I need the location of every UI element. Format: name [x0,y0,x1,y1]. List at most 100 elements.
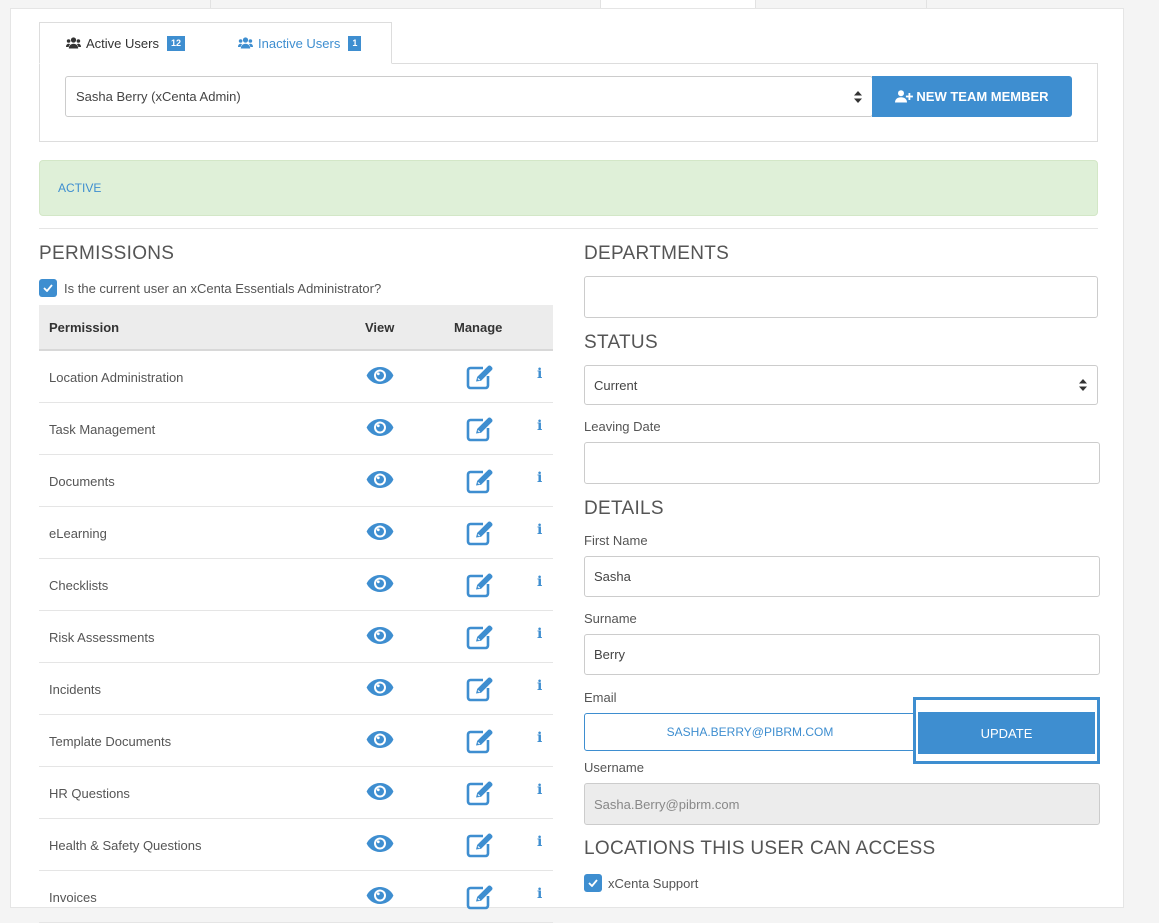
location-label: xCenta Support [608,875,699,891]
edit-icon[interactable] [466,572,494,603]
edit-icon[interactable] [466,676,494,707]
info-icon[interactable]: i [537,834,542,850]
update-email-button[interactable]: UPDATE [918,712,1095,754]
permission-name: eLearning [49,526,107,541]
permissions-table: Permission View Manage Location Administ… [39,305,553,923]
status-select-value: Current [594,377,638,393]
eye-icon[interactable] [366,730,394,754]
users-icon [66,37,81,49]
surname-input[interactable]: Berry [584,634,1100,675]
permissions-title: PERMISSIONS [39,243,175,264]
permission-name: Incidents [49,682,102,697]
leaving-date-input[interactable] [584,442,1100,484]
username-input: Sasha.Berry@pibrm.com [584,783,1100,825]
eye-icon[interactable] [366,626,394,650]
email-label: Email [584,690,617,705]
status-title: STATUS [584,332,658,353]
permission-row: Checklists i [39,559,553,611]
permission-row: Documents i [39,455,553,507]
eye-icon[interactable] [366,522,394,546]
inactive-users-count-badge: 1 [348,35,362,51]
permission-name: Task Management [49,422,156,437]
admin-checkbox[interactable] [39,279,57,297]
info-icon[interactable]: i [537,782,542,798]
status-alert-text: ACTIVE [58,181,102,195]
user-select[interactable]: Sasha Berry (xCenta Admin) [65,76,873,117]
admin-checkbox-row[interactable]: Is the current user an xCenta Essentials… [39,279,381,297]
permission-row: Location Administration i [39,351,553,403]
permission-row: Health & Safety Questions i [39,819,553,871]
permission-row: HR Questions i [39,767,553,819]
edit-icon[interactable] [466,416,494,447]
eye-icon[interactable] [366,834,394,858]
tab-inactive-users[interactable]: Inactive Users 1 [238,22,362,64]
eye-icon[interactable] [366,678,394,702]
edit-icon[interactable] [466,364,494,395]
sort-caret-icon [1079,379,1087,391]
permission-name: Health & Safety Questions [49,838,202,853]
permission-row: eLearning i [39,507,553,559]
status-alert: ACTIVE [39,160,1098,216]
departments-input[interactable] [584,276,1098,318]
info-icon[interactable]: i [537,366,542,382]
permission-name: HR Questions [49,786,130,801]
permissions-table-header: Permission View Manage [39,305,553,351]
info-icon[interactable]: i [537,574,542,590]
eye-icon[interactable] [366,418,394,442]
first-name-input[interactable]: Sasha [584,556,1100,597]
email-input[interactable]: SASHA.BERRY@PIBRM.COM [584,713,916,751]
leaving-date-label: Leaving Date [584,419,661,434]
update-label: UPDATE [980,725,1033,741]
info-icon[interactable]: i [537,678,542,694]
permission-row: Incidents i [39,663,553,715]
header-permission: Permission [49,320,120,335]
surname-label: Surname [584,611,637,626]
eye-icon[interactable] [366,886,394,910]
section-divider [39,228,1098,229]
admin-question-label: Is the current user an xCenta Essentials… [64,280,382,296]
eye-icon[interactable] [366,470,394,494]
edit-icon[interactable] [466,832,494,863]
sort-caret-icon [854,91,862,103]
permission-name: Invoices [49,890,97,905]
location-item[interactable]: xCenta Support [584,874,698,892]
permission-row: Invoices i [39,871,553,923]
status-select[interactable]: Current [584,365,1098,405]
location-checkbox[interactable] [584,874,602,892]
permission-row: Template Documents i [39,715,553,767]
tab-inactive-users-label: Inactive Users [258,35,341,51]
edit-icon[interactable] [466,520,494,551]
check-icon [43,284,53,292]
user-plus-icon [895,90,914,103]
departments-title: DEPARTMENTS [584,243,730,264]
edit-icon[interactable] [466,468,494,499]
check-icon [588,879,598,887]
permission-name: Location Administration [49,370,184,385]
users-icon [238,37,253,49]
edit-icon[interactable] [466,884,494,915]
edit-icon[interactable] [466,624,494,655]
locations-title: LOCATIONS THIS USER CAN ACCESS [584,838,936,859]
new-team-member-label: NEW TEAM MEMBER [916,89,1049,104]
permission-name: Template Documents [49,734,172,749]
update-email-button-focus[interactable]: UPDATE [913,697,1100,764]
info-icon[interactable]: i [537,418,542,434]
permission-row: Risk Assessments i [39,611,553,663]
eye-icon[interactable] [366,574,394,598]
top-tab-divider [926,0,927,8]
eye-icon[interactable] [366,366,394,390]
info-icon[interactable]: i [537,470,542,486]
top-tab-active-remnant[interactable] [600,0,756,8]
eye-icon[interactable] [366,782,394,806]
user-select-value: Sasha Berry (xCenta Admin) [76,89,241,104]
new-team-member-button[interactable]: NEW TEAM MEMBER [872,76,1072,117]
first-name-label: First Name [584,533,648,548]
edit-icon[interactable] [466,728,494,759]
edit-icon[interactable] [466,780,494,811]
username-label: Username [584,760,644,775]
info-icon[interactable]: i [537,522,542,538]
info-icon[interactable]: i [537,730,542,746]
info-icon[interactable]: i [537,886,542,902]
email-value: SASHA.BERRY@PIBRM.COM [666,725,834,739]
info-icon[interactable]: i [537,626,542,642]
